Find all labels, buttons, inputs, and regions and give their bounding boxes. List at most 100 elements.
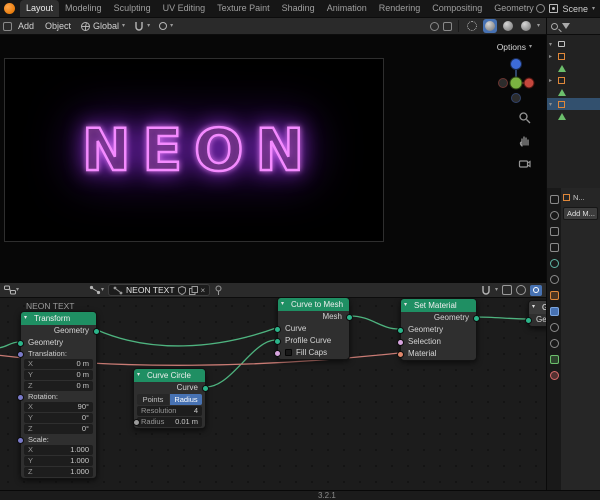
filter-icon[interactable] xyxy=(562,23,570,29)
tab-sculpting[interactable]: Sculpting xyxy=(108,0,157,17)
socket-geometry-input[interactable] xyxy=(525,316,532,324)
material-tab-icon[interactable] xyxy=(549,371,559,380)
tab-compositing[interactable]: Compositing xyxy=(426,0,488,17)
editor-type-icon[interactable] xyxy=(3,21,12,31)
socket-selection-input[interactable] xyxy=(397,338,404,346)
field-resolution[interactable]: Resolution 4 xyxy=(137,406,202,416)
add-modifier-button[interactable]: Add M... xyxy=(563,207,598,220)
socket-curve-output[interactable] xyxy=(202,384,209,392)
outliner-row-object[interactable]: ▸ xyxy=(547,50,600,62)
object-name[interactable]: N... xyxy=(573,193,585,202)
node-tree-name-field[interactable]: NEON TEXT × xyxy=(108,284,211,296)
node-curve-to-mesh-header[interactable]: ▾ Curve to Mesh xyxy=(278,298,349,311)
outliner-row-mesh[interactable] xyxy=(547,110,600,122)
render-tab-icon[interactable] xyxy=(549,211,559,220)
chevron-down-icon[interactable]: ▾ xyxy=(101,287,104,293)
tab-texture-paint[interactable]: Texture Paint xyxy=(211,0,276,17)
node-group-output-header[interactable]: ▾Group Output xyxy=(529,301,546,314)
proportional-edit-toggle[interactable]: ▾ xyxy=(155,19,178,33)
physics-tab-icon[interactable] xyxy=(549,339,559,348)
socket-geometry-output[interactable] xyxy=(93,327,100,335)
shading-wireframe-button[interactable] xyxy=(465,19,479,33)
add-menu[interactable]: Add xyxy=(13,18,39,34)
world-tab-icon[interactable] xyxy=(549,275,559,284)
field-scale-x[interactable]: X 1.000 xyxy=(24,445,93,455)
editor-type-node-icon[interactable] xyxy=(4,285,16,295)
field-translation-y[interactable]: Y0 m xyxy=(24,370,93,380)
object-data-tab-icon[interactable] xyxy=(549,355,559,364)
disclosure-icon[interactable]: ▾ xyxy=(549,101,555,108)
socket-curve-input[interactable] xyxy=(274,325,281,333)
zoom-icon[interactable] xyxy=(518,111,531,124)
tab-animation[interactable]: Animation xyxy=(321,0,373,17)
navigation-gizmo[interactable] xyxy=(496,55,536,103)
mode-points-button[interactable]: Points xyxy=(137,394,169,405)
chevron-down-icon[interactable]: ▾ xyxy=(16,287,19,293)
socket-radius-input[interactable] xyxy=(133,418,140,426)
collapse-arrow-icon[interactable]: ▾ xyxy=(137,369,140,382)
magnet-icon[interactable] xyxy=(481,285,491,295)
overlays-toggle-active[interactable] xyxy=(530,284,542,296)
gizmo-toggle-icon[interactable] xyxy=(429,21,439,31)
scene-tab-icon[interactable] xyxy=(549,259,559,268)
node-canvas[interactable]: NEON TEXT ▾ Transform Geometry Geometry T… xyxy=(0,298,546,490)
blender-logo-icon[interactable] xyxy=(4,3,15,14)
socket-geometry-input[interactable] xyxy=(397,326,404,334)
node-curve-circle[interactable]: ▾ Curve Circle Curve Points Radius Resolu… xyxy=(133,368,209,429)
fake-user-shield-icon[interactable] xyxy=(177,285,186,295)
socket-fill-caps-input[interactable] xyxy=(274,349,281,357)
output-tab-icon[interactable] xyxy=(549,227,559,236)
socket-geometry-input[interactable] xyxy=(17,339,24,347)
socket-translation-input[interactable] xyxy=(17,350,24,358)
outliner-row-object[interactable]: ▸ xyxy=(547,74,600,86)
disclosure-icon[interactable]: ▸ xyxy=(549,77,555,84)
socket-profile-curve-input[interactable] xyxy=(274,337,281,345)
tab-modeling[interactable]: Modeling xyxy=(59,0,108,17)
pin-icon[interactable] xyxy=(214,285,223,296)
field-translation-z[interactable]: Z0 m xyxy=(24,381,93,391)
shading-solid-button[interactable] xyxy=(482,19,497,33)
socket-scale-input[interactable] xyxy=(17,436,24,444)
field-scale-z[interactable]: Z 1.000 xyxy=(24,467,93,477)
node-set-material[interactable]: ▾ Set Material Geometry Geometry Selectio… xyxy=(397,298,480,361)
collapse-arrow-icon[interactable]: ▾ xyxy=(404,299,407,312)
shading-material-button[interactable] xyxy=(501,19,515,33)
scene-name[interactable]: Scene xyxy=(562,4,588,14)
browse-scene-icon[interactable] xyxy=(536,4,546,13)
viewport-3d[interactable]: NEON Options ▾ xyxy=(0,35,546,283)
node-transform-header[interactable]: ▾ Transform xyxy=(21,312,96,325)
socket-material-input[interactable] xyxy=(397,350,404,358)
hand-icon[interactable] xyxy=(518,134,531,147)
socket-geometry-output[interactable] xyxy=(473,314,480,322)
tab-shading[interactable]: Shading xyxy=(276,0,321,17)
modifiers-tab-icon[interactable] xyxy=(549,307,559,316)
tab-rendering[interactable]: Rendering xyxy=(373,0,427,17)
unlink-icon[interactable]: × xyxy=(201,286,206,295)
mode-radius-button[interactable]: Radius xyxy=(170,394,202,405)
node-tree-icon[interactable] xyxy=(89,285,101,295)
collapse-arrow-icon[interactable]: ▾ xyxy=(24,312,27,325)
outliner-panel[interactable]: ▾ ▸ ▸ ▾ xyxy=(547,35,600,188)
field-translation-x[interactable]: X0 m xyxy=(24,359,93,369)
object-menu[interactable]: Object xyxy=(40,18,76,34)
shading-rendered-button[interactable] xyxy=(519,19,533,33)
node-curve-circle-header[interactable]: ▾ Curve Circle xyxy=(134,369,205,382)
object-tab-icon[interactable] xyxy=(549,291,559,300)
fill-caps-checkbox[interactable] xyxy=(285,349,292,356)
node-tree-name[interactable]: NEON TEXT xyxy=(126,285,175,295)
chevron-down-icon[interactable]: ▾ xyxy=(537,23,540,29)
copy-icon[interactable] xyxy=(188,285,198,295)
camera-icon[interactable] xyxy=(518,157,531,170)
disclosure-icon[interactable]: ▸ xyxy=(549,53,555,60)
field-rotation-x[interactable]: X 90° xyxy=(24,402,93,412)
chevron-down-icon[interactable]: ▾ xyxy=(495,287,498,293)
node-set-material-header[interactable]: ▾ Set Material xyxy=(401,299,476,312)
node-group-output[interactable]: ▾Group Output Geometry xyxy=(525,300,546,327)
socket-mesh-output[interactable] xyxy=(346,313,353,321)
chevron-down-icon[interactable]: ▾ xyxy=(592,6,595,12)
search-icon[interactable] xyxy=(551,22,558,30)
outliner-row-selected-object[interactable]: ▾ xyxy=(547,98,600,110)
transform-orientation-dropdown[interactable]: Global ▾ xyxy=(77,19,130,33)
tab-layout[interactable]: Layout xyxy=(20,0,60,17)
node-transform[interactable]: ▾ Transform Geometry Geometry Translation… xyxy=(17,311,100,479)
